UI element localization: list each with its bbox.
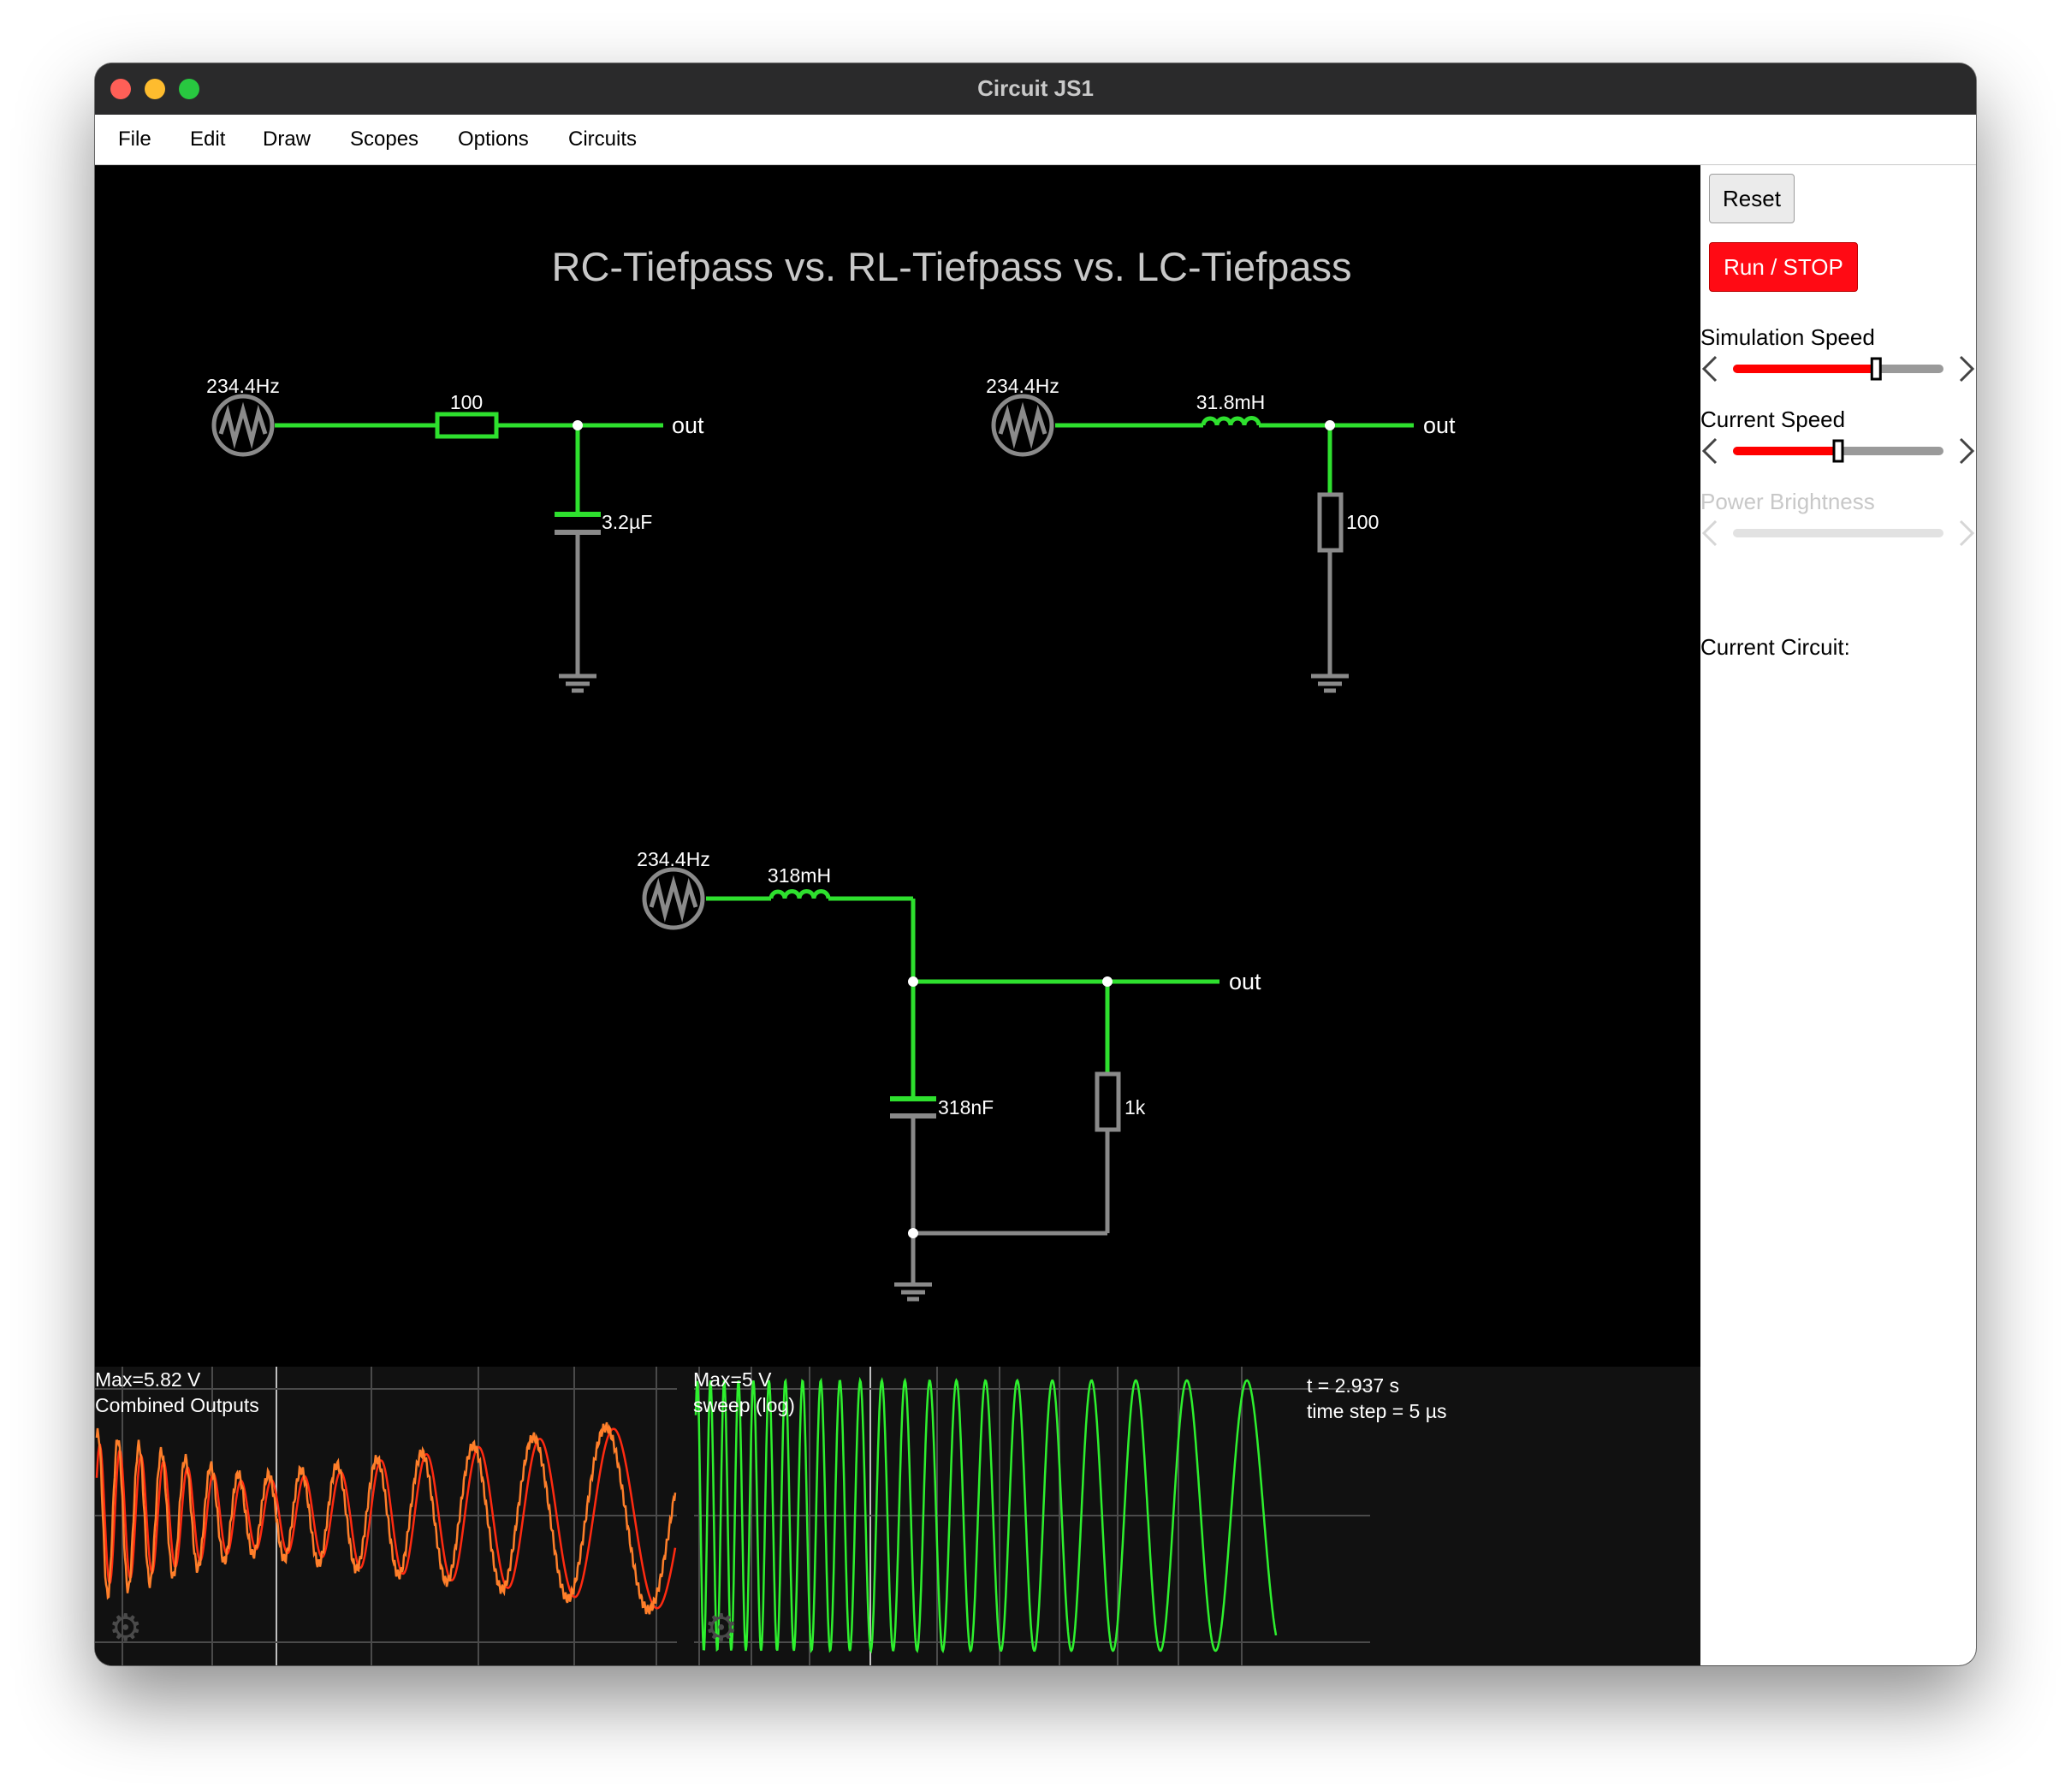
resistor-value-label: 100: [450, 391, 483, 413]
junction-node: [1325, 420, 1335, 430]
inductor[interactable]: [1201, 416, 1261, 426]
source-frequency-label: 234.4Hz: [637, 848, 710, 870]
scope-max-label: Max=5.82 V: [95, 1368, 201, 1391]
window-title: Circuit JS1: [977, 75, 1094, 101]
resistor[interactable]: [435, 412, 499, 439]
power-brightness-label: Power Brightness: [1700, 489, 1875, 514]
circuit-heading: RC-Tiefpass vs. RL-Tiefpass vs. LC-Tiefp…: [552, 244, 1352, 289]
ground-symbol: [1311, 673, 1349, 693]
scope-trace: [95, 1421, 677, 1615]
circuit-canvas[interactable]: RC-Tiefpass vs. RL-Tiefpass vs. LC-Tiefp…: [95, 165, 1700, 1665]
capacitor[interactable]: [890, 1096, 936, 1119]
ac-source[interactable]: [642, 867, 705, 930]
junction-node: [908, 1228, 918, 1238]
slider-fill: [1733, 365, 1877, 373]
capacitor-value-label: 318nF: [938, 1096, 994, 1119]
current-speed-label: Current Speed: [1700, 406, 1846, 432]
capacitor[interactable]: [555, 512, 601, 535]
rl-lowpass: 234.4Hz 31.8mH 100 out: [986, 375, 1456, 693]
ac-source[interactable]: [211, 394, 275, 457]
gear-icon[interactable]: ⚙: [704, 1606, 738, 1650]
output-label: out: [1229, 969, 1261, 994]
gear-icon[interactable]: ⚙: [109, 1606, 142, 1650]
title-bar: Circuit JS1: [95, 63, 1976, 116]
chevron-left-icon: [1701, 519, 1718, 547]
chevron-right-icon: [1959, 519, 1975, 547]
ground-symbol: [894, 1282, 932, 1302]
simulation-speed-label: Simulation Speed: [1700, 324, 1875, 350]
resistor[interactable]: [1317, 492, 1344, 553]
source-frequency-label: 234.4Hz: [206, 375, 280, 397]
slider-knob: [1832, 439, 1844, 463]
junction-node: [1102, 976, 1113, 987]
menu-file[interactable]: File: [118, 128, 151, 151]
scope-name-label: sweep (log): [693, 1394, 795, 1416]
current-speed-slider[interactable]: [1700, 434, 1976, 468]
chevron-right-icon: [1959, 355, 1975, 383]
app-window: Circuit JS1 File Edit Draw Scopes Option…: [95, 63, 1976, 1665]
scope-name-label: Combined Outputs: [95, 1394, 259, 1416]
source-frequency-label: 234.4Hz: [986, 375, 1059, 397]
simulation-time: t = 2.937 s: [1307, 1374, 1400, 1397]
menu-options[interactable]: Options: [458, 128, 529, 151]
time-step: time step = 5 µs: [1307, 1400, 1447, 1422]
junction-node: [908, 976, 918, 987]
scope-trace-red: [95, 1427, 677, 1610]
resistor-value-label: 1k: [1125, 1096, 1146, 1119]
resistor[interactable]: [1095, 1071, 1121, 1132]
rc-lowpass: 234.4Hz 100 3.2µF out: [206, 375, 704, 693]
current-circuit-label: Current Circuit:: [1700, 634, 1850, 660]
chevron-left-icon: [1701, 437, 1718, 465]
simulation-speed-slider[interactable]: [1700, 352, 1976, 386]
inductor[interactable]: [768, 889, 831, 899]
scope-sweep[interactable]: [694, 1367, 1370, 1665]
junction-node: [573, 420, 583, 430]
sidebar: Reset Run / STOP Simulation Speed Curren…: [1700, 165, 1976, 1665]
slider-fill: [1733, 447, 1838, 455]
power-brightness-slider: [1701, 519, 1975, 547]
lc-lowpass: 234.4Hz 318mH 318nF 1k out: [637, 848, 1261, 1302]
scope-trace-orange: [95, 1421, 677, 1615]
ac-source[interactable]: [991, 394, 1054, 457]
slider-knob: [1870, 357, 1882, 381]
scope-max-label: Max=5 V: [693, 1368, 772, 1391]
inductor-value-label: 318mH: [768, 864, 831, 887]
circuit-diagram[interactable]: RC-Tiefpass vs. RL-Tiefpass vs. LC-Tiefp…: [95, 165, 1700, 1367]
chevron-right-icon: [1959, 437, 1975, 465]
menu-draw[interactable]: Draw: [263, 128, 311, 151]
resistor-value-label: 100: [1346, 511, 1379, 533]
run-stop-button[interactable]: Run / STOP: [1709, 242, 1858, 292]
capacitor-value-label: 3.2µF: [602, 511, 652, 533]
inductor-value-label: 31.8mH: [1196, 391, 1266, 413]
menu-circuits[interactable]: Circuits: [568, 128, 637, 151]
menu-edit[interactable]: Edit: [190, 128, 225, 151]
menu-scopes[interactable]: Scopes: [350, 128, 418, 151]
reset-button[interactable]: Reset: [1709, 174, 1795, 223]
output-label: out: [1423, 412, 1456, 438]
output-label: out: [672, 412, 704, 438]
menu-bar: File Edit Draw Scopes Options Circuits: [95, 115, 1976, 165]
ground-symbol: [559, 673, 596, 693]
slider-track: [1733, 529, 1943, 537]
chevron-left-icon: [1701, 355, 1718, 383]
